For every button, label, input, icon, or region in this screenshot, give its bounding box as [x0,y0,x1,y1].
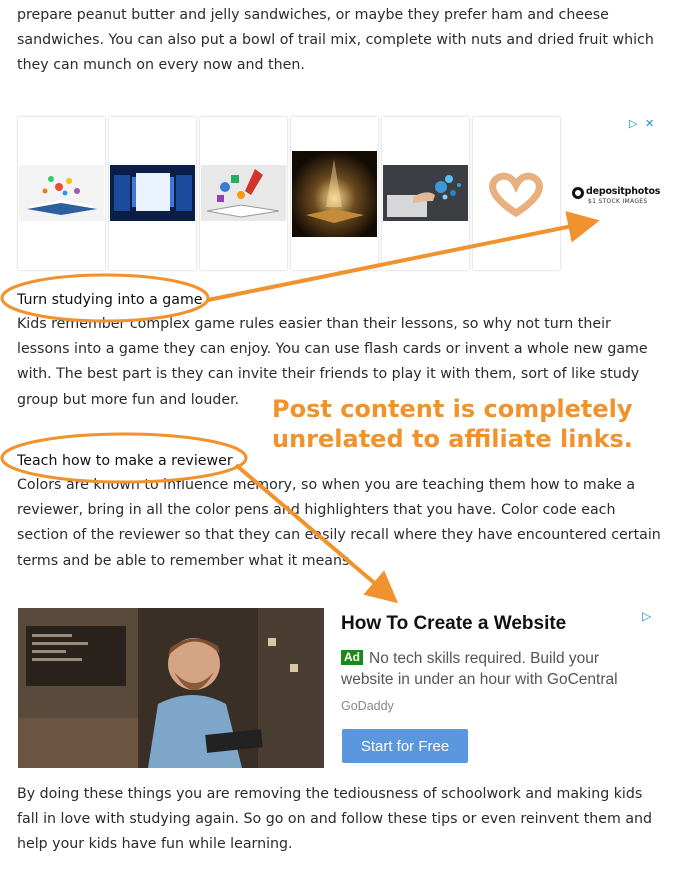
screens-icon [110,165,195,221]
image-ad-strip[interactable] [18,117,662,272]
ad-thumbnail-6[interactable] [473,117,560,270]
ad-photo-man-tablet[interactable] [18,608,324,768]
closing-paragraph: By doing these things you are removing t… [17,786,653,853]
ad-thumbnail-4[interactable] [291,117,378,270]
adchoices-icon[interactable]: ▷ [629,118,637,130]
ad-description-text: No tech skills required. Build your webs… [341,650,618,688]
ad-brand[interactable]: GoDaddy [341,699,394,713]
heart-hands-icon [474,165,559,221]
ad-badge: Ad [341,650,363,665]
ad-thumbnail-5[interactable] [382,117,469,270]
depositphotos-logo[interactable]: depositphotos $1 STOCK IMAGES [572,186,660,206]
section-body-reviewer: Colors are known to influence memory, so… [17,477,661,569]
ad-title-link[interactable]: How To Create a Website [341,612,566,636]
adchoices-icon[interactable]: ▷ [642,609,651,623]
annotation-text: Post content is completely unrelated to … [272,395,633,453]
glowing-book-icon [292,151,377,237]
ad-thumbnail-3[interactable] [200,117,287,270]
section-heading-game: Turn studying into a game [17,292,203,308]
close-icon[interactable]: ✕ [645,118,654,130]
ad-description: Ad No tech skills required. Build your we… [341,648,641,690]
book-rocket-icon [201,165,286,221]
hand-splash-icon [383,165,468,221]
brand-name: depositphotos [586,186,661,197]
start-for-free-button[interactable]: Start for Free [342,729,468,763]
ad-thumbnail-2[interactable] [109,117,196,270]
books-cloud-icon [19,165,104,221]
intro-paragraph: prepare peanut butter and jelly sandwich… [17,7,654,74]
brand-tagline: $1 STOCK IMAGES [588,198,648,205]
section-heading-reviewer: Teach how to make a reviewer [17,453,233,469]
depositphotos-icon [572,187,584,199]
ad-thumbnail-1[interactable] [18,117,105,270]
